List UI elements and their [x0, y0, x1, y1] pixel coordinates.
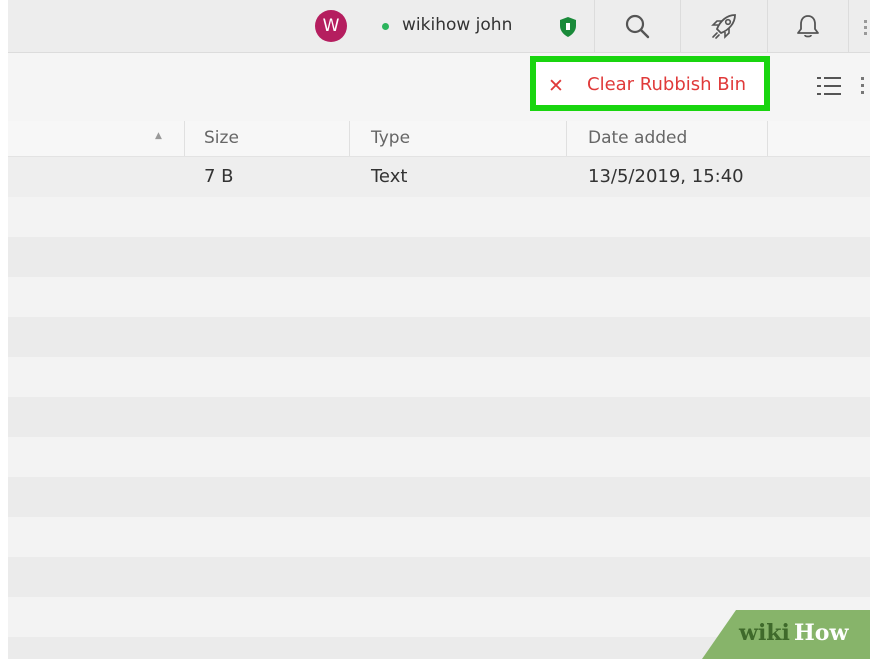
rocket-icon: [711, 14, 736, 39]
clear-rubbish-bin-label: Clear Rubbish Bin: [587, 74, 747, 95]
avatar[interactable]: W: [315, 10, 347, 42]
table-header: ▲ Size Type Date added: [8, 121, 870, 157]
empty-row: [8, 197, 870, 237]
table-row[interactable]: 7 B Text 13/5/2019, 15:40: [8, 157, 870, 197]
column-divider[interactable]: [184, 121, 185, 156]
empty-row: [8, 317, 870, 357]
column-divider[interactable]: [566, 121, 567, 156]
empty-row: [8, 397, 870, 437]
top-header: W wikihow john: [8, 0, 870, 53]
cell-size: 7 B: [204, 166, 234, 187]
online-status-dot: [382, 23, 389, 30]
empty-row: [8, 237, 870, 277]
file-list: 7 B Text 13/5/2019, 15:40: [8, 157, 870, 659]
column-header-type[interactable]: Type: [371, 128, 410, 148]
watermark-wiki: wiki: [739, 620, 790, 646]
sort-ascending-icon[interactable]: ▲: [155, 131, 162, 141]
empty-row: [8, 517, 870, 557]
shield-icon: [560, 17, 576, 37]
notifications-button[interactable]: [768, 0, 848, 52]
empty-row: [8, 357, 870, 397]
column-divider[interactable]: [349, 121, 350, 156]
close-icon: ✕: [548, 75, 564, 97]
cell-date-added: 13/5/2019, 15:40: [588, 166, 744, 187]
empty-row: [8, 557, 870, 597]
clear-rubbish-bin-button[interactable]: ✕ Clear Rubbish Bin: [530, 56, 770, 111]
column-header-size[interactable]: Size: [204, 128, 239, 148]
search-icon: [625, 14, 650, 39]
header-divider: [848, 0, 849, 52]
more-vertical-icon[interactable]: [864, 20, 867, 35]
watermark-how: How: [794, 620, 849, 646]
rubbish-bin-toolbar: ✕ Clear Rubbish Bin: [8, 53, 870, 121]
empty-row: [8, 477, 870, 517]
empty-row: [8, 277, 870, 317]
empty-row: [8, 437, 870, 477]
column-divider[interactable]: [767, 121, 768, 156]
rocket-button[interactable]: [681, 0, 767, 52]
column-header-date-added[interactable]: Date added: [588, 128, 687, 148]
list-view-icon[interactable]: [817, 77, 841, 95]
search-button[interactable]: [594, 0, 680, 52]
grid-view-handle-icon[interactable]: [861, 77, 864, 98]
cell-type: Text: [371, 166, 408, 187]
user-name[interactable]: wikihow john: [402, 15, 512, 35]
bell-icon: [797, 15, 819, 38]
